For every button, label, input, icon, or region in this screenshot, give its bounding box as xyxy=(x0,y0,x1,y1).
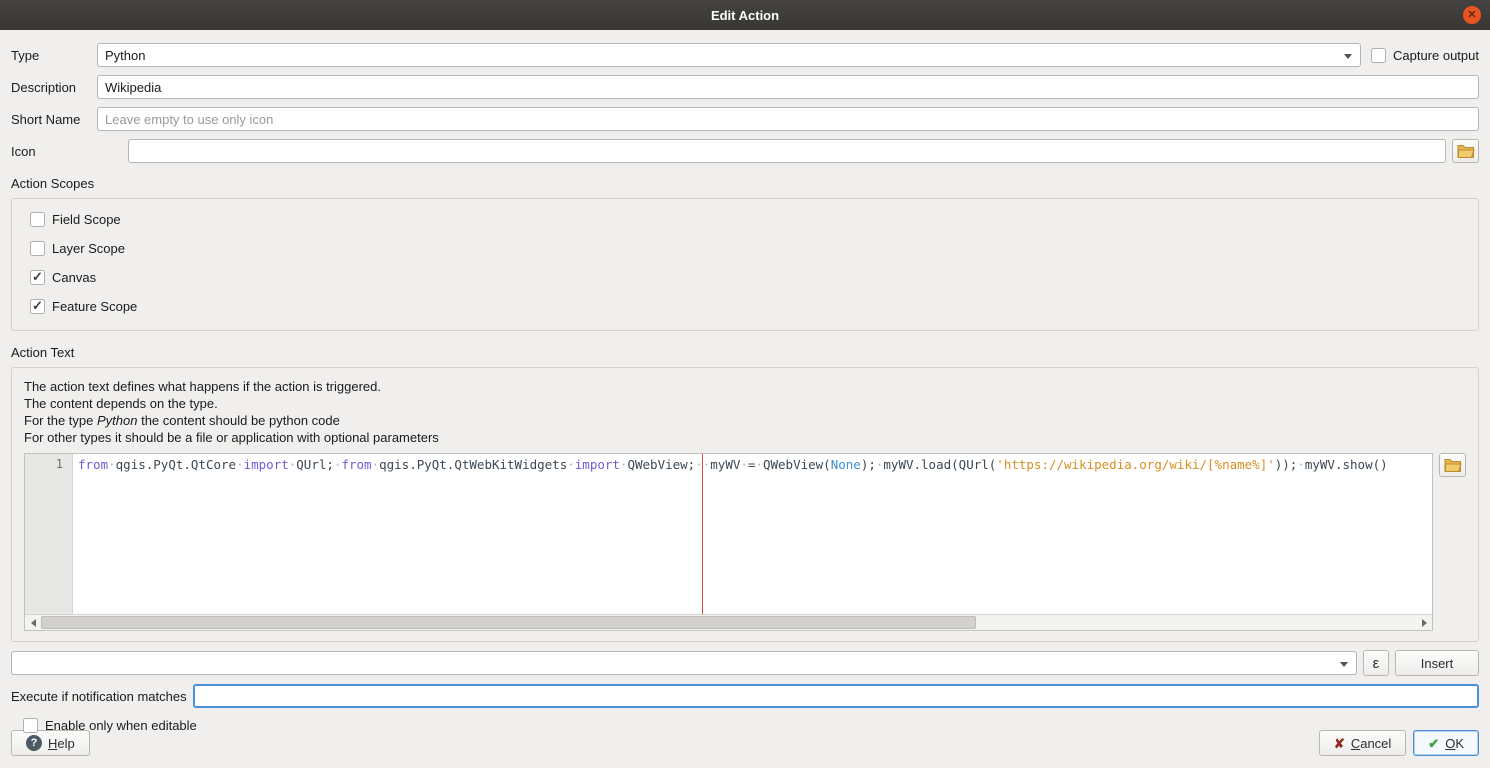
code-editor-block: 1 from·qgis.PyQt.QtCore·import·QUrl;·fro… xyxy=(24,453,1433,631)
ok-icon: ✔ xyxy=(1428,737,1439,750)
type-combobox-value: Python xyxy=(105,48,145,63)
help-line-3: For the type Python the content should b… xyxy=(24,412,1466,429)
folder-icon xyxy=(1444,458,1462,472)
layer-scope-checkbox[interactable]: Layer Scope xyxy=(30,241,1460,256)
code-editor-area: 1 from·qgis.PyQt.QtCore·import·QUrl;·fro… xyxy=(24,453,1466,631)
horizontal-scrollbar[interactable] xyxy=(25,614,1432,630)
short-name-row: Short Name xyxy=(11,107,1479,131)
help-icon: ? xyxy=(26,735,42,751)
action-text-label: Action Text xyxy=(11,345,1479,360)
dialog-content: Type Python Capture output Description S… xyxy=(0,30,1490,730)
capture-output-label: Capture output xyxy=(1393,48,1479,63)
field-scope-checkbox[interactable]: Field Scope xyxy=(30,212,1460,227)
icon-browse-button[interactable] xyxy=(1452,139,1479,163)
capture-output-checkbox[interactable]: Capture output xyxy=(1371,48,1479,63)
action-file-browse-button[interactable] xyxy=(1439,453,1466,477)
titlebar: Edit Action ✕ xyxy=(0,0,1490,30)
action-text-help: The action text defines what happens if … xyxy=(24,378,1466,446)
notification-input[interactable] xyxy=(193,684,1479,708)
arrow-left-icon xyxy=(31,619,36,627)
ok-button-label: OK xyxy=(1445,736,1464,751)
chevron-down-icon xyxy=(1340,662,1348,667)
code-editor[interactable]: from·qgis.PyQt.QtCore·import·QUrl;·from·… xyxy=(73,454,1432,614)
layer-scope-checkbox-box xyxy=(30,241,45,256)
type-row: Type Python Capture output xyxy=(11,43,1479,67)
line-number-gutter: 1 xyxy=(25,454,73,614)
action-scopes-group: Field Scope Layer Scope Canvas Feature S… xyxy=(11,198,1479,331)
help-line-1: The action text defines what happens if … xyxy=(24,378,1466,395)
feature-scope-checkbox-box xyxy=(30,299,45,314)
line-number: 1 xyxy=(56,457,63,471)
scroll-left-button[interactable] xyxy=(25,615,41,630)
canvas-scope-label: Canvas xyxy=(52,270,96,285)
description-row: Description xyxy=(11,75,1479,99)
canvas-scope-checkbox[interactable]: Canvas xyxy=(30,270,1460,285)
type-label: Type xyxy=(11,48,97,63)
help-button[interactable]: ? Help xyxy=(11,730,90,756)
help-line-2: The content depends on the type. xyxy=(24,395,1466,412)
code-line: from·qgis.PyQt.QtCore·import·QUrl;·from·… xyxy=(73,454,1432,473)
chevron-down-icon xyxy=(1344,54,1352,59)
window-title: Edit Action xyxy=(711,8,779,23)
scroll-right-button[interactable] xyxy=(1416,615,1432,630)
icon-label: Icon xyxy=(11,144,128,159)
field-scope-label: Field Scope xyxy=(52,212,121,227)
action-scopes-label: Action Scopes xyxy=(11,176,1479,191)
icon-path-input[interactable] xyxy=(128,139,1446,163)
variable-row: ε Insert xyxy=(11,650,1479,676)
edit-action-dialog: Edit Action ✕ Type Python Capture output… xyxy=(0,0,1490,768)
scrollbar-thumb[interactable] xyxy=(41,616,976,629)
field-scope-checkbox-box xyxy=(30,212,45,227)
icon-row: Icon xyxy=(11,139,1479,163)
canvas-scope-checkbox-box xyxy=(30,270,45,285)
close-icon[interactable]: ✕ xyxy=(1463,6,1481,24)
folder-icon xyxy=(1457,144,1475,158)
cancel-icon: ✘ xyxy=(1334,737,1345,750)
cancel-button[interactable]: ✘ Cancel xyxy=(1319,730,1406,756)
feature-scope-label: Feature Scope xyxy=(52,299,137,314)
capture-output-checkbox-box xyxy=(1371,48,1386,63)
layer-scope-label: Layer Scope xyxy=(52,241,125,256)
feature-scope-checkbox[interactable]: Feature Scope xyxy=(30,299,1460,314)
insert-button[interactable]: Insert xyxy=(1395,650,1479,676)
short-name-label: Short Name xyxy=(11,112,97,127)
scrollbar-track[interactable] xyxy=(41,615,1416,630)
help-button-label: Help xyxy=(48,736,75,751)
enable-editable-checkbox-box xyxy=(23,718,38,733)
type-combobox[interactable]: Python xyxy=(97,43,1361,67)
notification-row: Execute if notification matches xyxy=(11,684,1479,708)
short-name-input[interactable] xyxy=(97,107,1479,131)
help-line-4: For other types it should be a file or a… xyxy=(24,429,1466,446)
variable-combobox[interactable] xyxy=(11,651,1357,675)
description-input[interactable] xyxy=(97,75,1479,99)
notification-label: Execute if notification matches xyxy=(11,689,187,704)
button-box: ? Help ✘ Cancel ✔ OK xyxy=(0,730,1490,768)
ok-button[interactable]: ✔ OK xyxy=(1413,730,1479,756)
cancel-button-label: Cancel xyxy=(1351,736,1391,751)
edge-column-line xyxy=(702,454,703,614)
arrow-right-icon xyxy=(1422,619,1427,627)
action-text-frame: The action text defines what happens if … xyxy=(11,367,1479,642)
expression-epsilon-button[interactable]: ε xyxy=(1363,650,1389,676)
description-label: Description xyxy=(11,80,97,95)
